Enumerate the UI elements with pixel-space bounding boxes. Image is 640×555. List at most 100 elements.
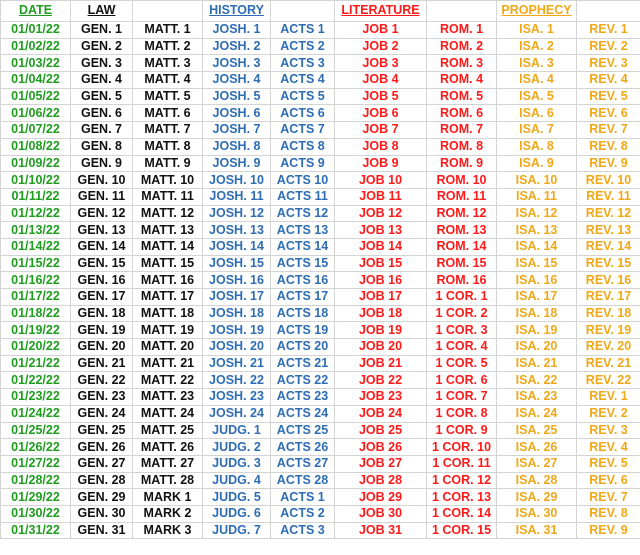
law-nt-cell[interactable]: MATT. 2: [132, 37, 203, 56]
history-nt-cell[interactable]: ACTS 6: [270, 104, 335, 123]
history-nt-cell[interactable]: ACTS 2: [270, 37, 335, 56]
law-nt-cell[interactable]: MATT. 16: [132, 271, 203, 289]
history-nt-cell[interactable]: ACTS 19: [270, 321, 335, 340]
prophecy-nt-cell[interactable]: REV. 2: [576, 404, 640, 423]
history-nt-cell[interactable]: ACTS 2: [270, 504, 335, 523]
literature-ot-cell[interactable]: JOB 5: [334, 87, 427, 106]
date-cell[interactable]: 01/15/22: [0, 254, 71, 273]
history-nt-cell[interactable]: ACTS 9: [270, 154, 335, 173]
literature-ot-cell[interactable]: JOB 22: [334, 371, 427, 390]
prophecy-nt-cell[interactable]: REV. 9: [576, 154, 640, 173]
prophecy-ot-cell[interactable]: ISA. 11: [496, 187, 577, 206]
law-ot-cell[interactable]: GEN. 6: [70, 104, 133, 123]
literature-nt-cell[interactable]: ROM. 15: [426, 254, 497, 273]
law-ot-cell[interactable]: GEN. 18: [70, 304, 133, 323]
history-nt-cell[interactable]: ACTS 18: [270, 304, 335, 323]
prophecy-ot-cell[interactable]: ISA. 5: [496, 87, 577, 106]
literature-ot-cell[interactable]: JOB 19: [334, 321, 427, 340]
law-ot-cell[interactable]: GEN. 29: [70, 488, 133, 506]
history-nt-cell[interactable]: ACTS 3: [270, 54, 335, 73]
literature-ot-cell[interactable]: JOB 18: [334, 304, 427, 323]
literature-ot-cell[interactable]: JOB 10: [334, 171, 427, 189]
literature-nt-cell[interactable]: 1 COR. 15: [426, 521, 497, 540]
prophecy-ot-cell[interactable]: ISA. 10: [496, 171, 577, 189]
law-ot-cell[interactable]: GEN. 12: [70, 204, 133, 223]
history-ot-cell[interactable]: JOSH. 6: [202, 104, 271, 123]
prophecy-nt-cell[interactable]: REV. 6: [576, 471, 640, 490]
prophecy-ot-cell[interactable]: ISA. 31: [496, 521, 577, 540]
header-date[interactable]: DATE: [0, 0, 71, 22]
prophecy-nt-cell[interactable]: REV. 1: [576, 388, 640, 406]
literature-nt-cell[interactable]: 1 COR. 9: [426, 421, 497, 440]
history-nt-cell[interactable]: ACTS 27: [270, 454, 335, 473]
history-nt-cell[interactable]: ACTS 15: [270, 254, 335, 273]
header-literature[interactable]: LITERATURE: [334, 0, 427, 22]
date-cell[interactable]: 01/26/22: [0, 438, 71, 456]
law-nt-cell[interactable]: MATT. 28: [132, 471, 203, 490]
prophecy-ot-cell[interactable]: ISA. 3: [496, 54, 577, 73]
header-literature-blank[interactable]: [426, 0, 497, 22]
history-ot-cell[interactable]: JOSH. 23: [202, 388, 271, 406]
prophecy-nt-cell[interactable]: REV. 4: [576, 438, 640, 456]
history-ot-cell[interactable]: JOSH. 7: [202, 121, 271, 139]
literature-nt-cell[interactable]: 1 COR. 2: [426, 304, 497, 323]
date-cell[interactable]: 01/18/22: [0, 304, 71, 323]
law-ot-cell[interactable]: GEN. 9: [70, 154, 133, 173]
history-ot-cell[interactable]: JOSH. 4: [202, 71, 271, 89]
date-cell[interactable]: 01/17/22: [0, 288, 71, 306]
history-ot-cell[interactable]: JOSH. 3: [202, 54, 271, 73]
literature-ot-cell[interactable]: JOB 26: [334, 438, 427, 456]
history-nt-cell[interactable]: ACTS 5: [270, 87, 335, 106]
literature-nt-cell[interactable]: ROM. 4: [426, 71, 497, 89]
date-cell[interactable]: 01/29/22: [0, 488, 71, 506]
law-nt-cell[interactable]: MATT. 11: [132, 187, 203, 206]
law-nt-cell[interactable]: MATT. 26: [132, 438, 203, 456]
law-ot-cell[interactable]: GEN. 11: [70, 187, 133, 206]
history-nt-cell[interactable]: ACTS 3: [270, 521, 335, 540]
date-cell[interactable]: 01/19/22: [0, 321, 71, 340]
prophecy-ot-cell[interactable]: ISA. 28: [496, 471, 577, 490]
prophecy-ot-cell[interactable]: ISA. 16: [496, 271, 577, 289]
law-nt-cell[interactable]: MATT. 20: [132, 338, 203, 356]
prophecy-ot-cell[interactable]: ISA. 21: [496, 354, 577, 373]
literature-ot-cell[interactable]: JOB 21: [334, 354, 427, 373]
literature-ot-cell[interactable]: JOB 20: [334, 338, 427, 356]
law-ot-cell[interactable]: GEN. 21: [70, 354, 133, 373]
law-nt-cell[interactable]: MATT. 7: [132, 121, 203, 139]
date-cell[interactable]: 01/30/22: [0, 504, 71, 523]
literature-nt-cell[interactable]: ROM. 6: [426, 104, 497, 123]
history-nt-cell[interactable]: ACTS 16: [270, 271, 335, 289]
prophecy-ot-cell[interactable]: ISA. 20: [496, 338, 577, 356]
prophecy-ot-cell[interactable]: ISA. 27: [496, 454, 577, 473]
date-cell[interactable]: 01/07/22: [0, 121, 71, 139]
history-ot-cell[interactable]: JUDG. 2: [202, 438, 271, 456]
literature-nt-cell[interactable]: 1 COR. 3: [426, 321, 497, 340]
date-cell[interactable]: 01/09/22: [0, 154, 71, 173]
history-nt-cell[interactable]: ACTS 22: [270, 371, 335, 390]
law-nt-cell[interactable]: MARK 1: [132, 488, 203, 506]
literature-ot-cell[interactable]: JOB 3: [334, 54, 427, 73]
prophecy-ot-cell[interactable]: ISA. 18: [496, 304, 577, 323]
prophecy-ot-cell[interactable]: ISA. 12: [496, 204, 577, 223]
prophecy-ot-cell[interactable]: ISA. 25: [496, 421, 577, 440]
history-nt-cell[interactable]: ACTS 13: [270, 221, 335, 239]
literature-ot-cell[interactable]: JOB 12: [334, 204, 427, 223]
law-ot-cell[interactable]: GEN. 13: [70, 221, 133, 239]
header-law[interactable]: LAW: [70, 0, 133, 22]
law-ot-cell[interactable]: GEN. 15: [70, 254, 133, 273]
date-cell[interactable]: 01/20/22: [0, 338, 71, 356]
prophecy-nt-cell[interactable]: REV. 3: [576, 421, 640, 440]
date-cell[interactable]: 01/24/22: [0, 404, 71, 423]
literature-ot-cell[interactable]: JOB 24: [334, 404, 427, 423]
prophecy-ot-cell[interactable]: ISA. 26: [496, 438, 577, 456]
prophecy-ot-cell[interactable]: ISA. 24: [496, 404, 577, 423]
history-nt-cell[interactable]: ACTS 20: [270, 338, 335, 356]
literature-nt-cell[interactable]: ROM. 16: [426, 271, 497, 289]
prophecy-ot-cell[interactable]: ISA. 4: [496, 71, 577, 89]
prophecy-nt-cell[interactable]: REV. 12: [576, 204, 640, 223]
header-prophecy[interactable]: PROPHECY: [496, 0, 577, 22]
prophecy-nt-cell[interactable]: REV. 21: [576, 354, 640, 373]
literature-ot-cell[interactable]: JOB 17: [334, 288, 427, 306]
history-ot-cell[interactable]: JOSH. 15: [202, 254, 271, 273]
history-ot-cell[interactable]: JOSH. 13: [202, 221, 271, 239]
